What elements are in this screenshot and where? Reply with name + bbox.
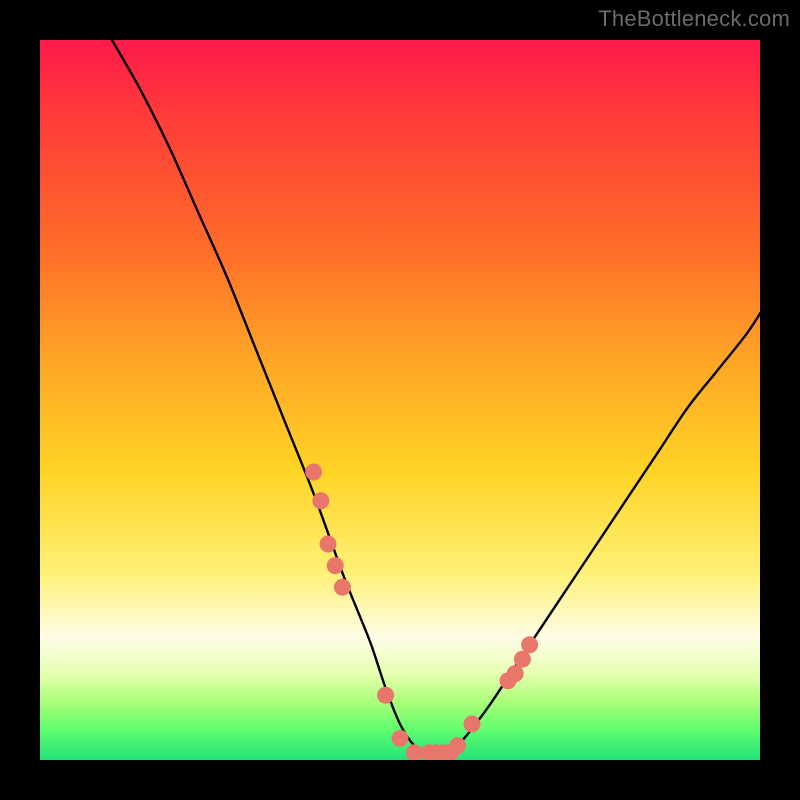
highlight-dot xyxy=(507,665,524,682)
highlight-dots-group xyxy=(305,464,538,761)
highlight-dot xyxy=(305,464,322,481)
highlight-dot xyxy=(521,636,538,653)
highlight-dot xyxy=(334,579,351,596)
chart-frame: TheBottleneck.com xyxy=(0,0,800,800)
chart-svg xyxy=(40,40,760,760)
highlight-dot xyxy=(449,737,466,754)
bottleneck-curve-line xyxy=(112,40,760,754)
highlight-dot xyxy=(377,687,394,704)
plot-area xyxy=(40,40,760,760)
highlight-dot xyxy=(312,492,329,509)
watermark-text: TheBottleneck.com xyxy=(598,6,790,32)
highlight-dot xyxy=(327,557,344,574)
highlight-dot xyxy=(392,730,409,747)
highlight-dot xyxy=(514,651,531,668)
highlight-dot xyxy=(320,536,337,553)
highlight-dot xyxy=(464,716,481,733)
